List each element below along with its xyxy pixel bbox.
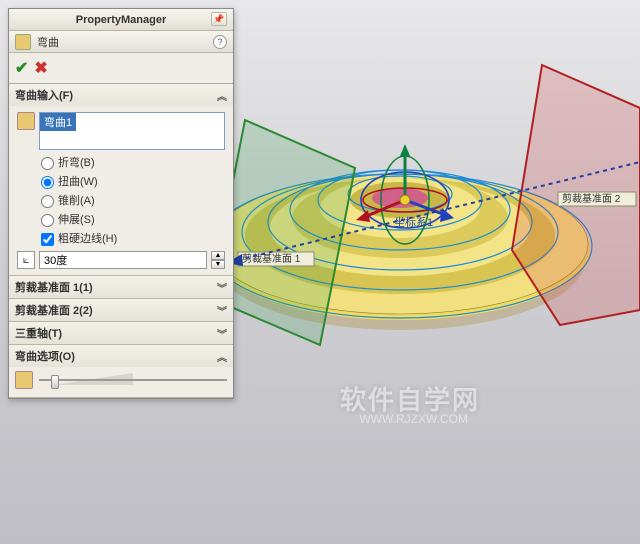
pm-titlebar: PropertyManager 📌 — [9, 9, 233, 31]
pm-title-text: PropertyManager — [76, 14, 166, 26]
trim-plane-2: 剪裁基准面 2 — [512, 65, 640, 325]
slider-thumb[interactable] — [51, 375, 59, 389]
section-options-header[interactable]: 弯曲选项(O) ︽ — [9, 345, 233, 367]
flex-axis — [230, 162, 640, 262]
triad-gizmo: 坐标系1 — [356, 144, 454, 244]
chevron-down-icon: ︾ — [217, 303, 227, 318]
chevron-up-icon: ︽ — [217, 88, 227, 103]
svg-text:剪裁基准面 2: 剪裁基准面 2 — [562, 192, 621, 205]
checkbox-hard-edges[interactable]: 粗硬边线(H) — [41, 230, 225, 246]
radio-taper[interactable]: 锥削(A) — [41, 192, 225, 208]
section-inputs-header[interactable]: 弯曲输入(F) ︽ — [9, 84, 233, 106]
svg-text:剪裁基准面 1: 剪裁基准面 1 — [242, 252, 301, 265]
feature-name: 弯曲 — [37, 34, 213, 50]
ok-button[interactable]: ✔ — [15, 58, 28, 78]
watermark-url: WWW.RJZXW.COM — [359, 412, 468, 426]
chevron-down-icon: ︾ — [217, 326, 227, 341]
radio-bend[interactable]: 折弯(B) — [41, 154, 225, 170]
help-icon[interactable]: ? — [213, 35, 227, 49]
angle-step-down[interactable]: ▼ — [211, 260, 225, 269]
quality-icon — [15, 371, 33, 389]
section-trim2-header[interactable]: 剪裁基准面 2(2) ︾ — [9, 299, 233, 321]
quality-slider[interactable] — [39, 373, 227, 387]
body-select-icon — [17, 112, 35, 130]
property-manager-panel: PropertyManager 📌 弯曲 ? ✔ ✖ 弯曲输入(F) ︽ 弯曲1… — [8, 8, 234, 399]
section-trim1-header[interactable]: 剪裁基准面 1(1) ︾ — [9, 276, 233, 298]
svg-text:坐标系1: 坐标系1 — [394, 215, 433, 229]
ok-cancel-row: ✔ ✖ — [9, 53, 233, 84]
radio-stretch[interactable]: 伸展(S) — [41, 211, 225, 227]
section-triad-header[interactable]: 三重轴(T) ︾ — [9, 322, 233, 344]
radio-twist[interactable]: 扭曲(W) — [41, 173, 225, 189]
pin-icon[interactable]: 📌 — [211, 12, 227, 26]
cancel-button[interactable]: ✖ — [34, 58, 47, 78]
chevron-down-icon: ︾ — [217, 280, 227, 295]
angle-step-up[interactable]: ▲ — [211, 251, 225, 260]
chevron-up-icon: ︽ — [217, 349, 227, 364]
feature-header: 弯曲 ? — [9, 31, 233, 53]
flex-type-radios: 折弯(B) 扭曲(W) 锥削(A) 伸展(S) 粗硬边线(H) — [17, 154, 225, 246]
selection-item[interactable]: 弯曲1 — [40, 113, 76, 131]
angle-input[interactable] — [39, 251, 207, 269]
flex-icon — [15, 34, 31, 50]
angle-icon: ⟀ — [17, 251, 35, 269]
body-selection-box[interactable]: 弯曲1 — [39, 112, 225, 150]
